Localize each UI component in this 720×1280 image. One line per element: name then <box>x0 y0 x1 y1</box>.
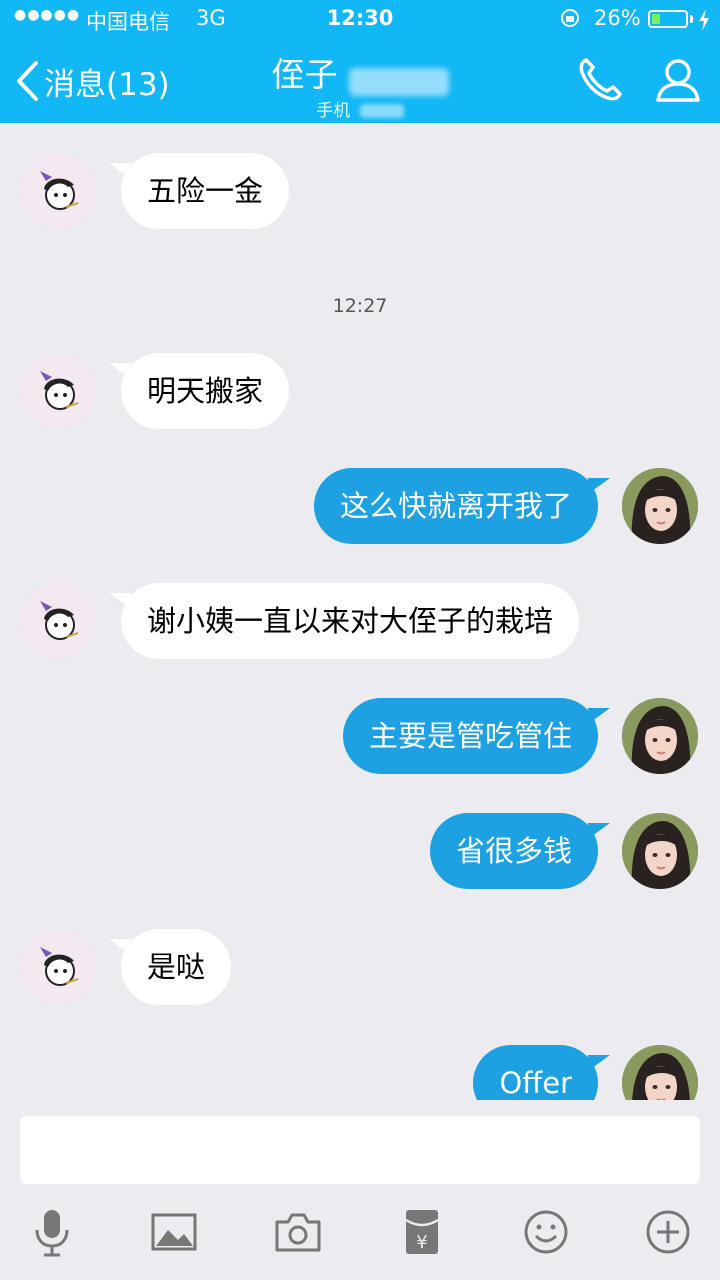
cartoon-avatar-icon <box>20 353 96 429</box>
battery-level <box>652 14 660 24</box>
incoming-message[interactable]: 五险一金 <box>108 153 290 229</box>
call-button[interactable] <box>574 54 626 106</box>
user-photo-avatar-icon <box>622 698 698 774</box>
cartoon-avatar-icon <box>20 153 96 229</box>
profile-button[interactable] <box>652 54 704 106</box>
my-avatar[interactable] <box>622 1045 698 1100</box>
cartoon-avatar-icon <box>20 929 96 1005</box>
online-status: 手机 <box>316 101 351 121</box>
chat-toolbar: ¥ <box>0 1196 720 1280</box>
contact-name: 侄子 <box>271 55 338 94</box>
emoji-button[interactable] <box>520 1206 572 1258</box>
contact-avatar[interactable] <box>20 929 96 1005</box>
user-photo-avatar-icon <box>622 468 698 544</box>
image-button[interactable] <box>148 1206 200 1258</box>
outgoing-message[interactable]: 这么快就离开我了 <box>313 468 611 544</box>
more-button[interactable] <box>642 1206 694 1258</box>
svg-text:¥: ¥ <box>416 1232 427 1253</box>
camera-icon <box>275 1213 321 1252</box>
outgoing-message[interactable]: Offer <box>473 1045 610 1100</box>
battery-icon <box>648 10 688 28</box>
phone-icon <box>579 58 622 101</box>
contact-avatar[interactable] <box>20 153 96 229</box>
voice-button[interactable] <box>26 1206 78 1258</box>
battery-tip <box>690 15 693 23</box>
redacted-name <box>348 67 449 96</box>
cartoon-avatar-icon <box>20 583 96 659</box>
message-input[interactable] <box>20 1116 700 1184</box>
my-avatar[interactable] <box>622 813 698 889</box>
image-icon <box>151 1213 197 1251</box>
user-photo-avatar-icon <box>622 813 698 889</box>
plus-icon <box>646 1210 690 1254</box>
microphone-icon <box>35 1210 69 1257</box>
outgoing-message[interactable]: 主要是管吃管住 <box>342 698 611 774</box>
rotation-lock-icon <box>561 9 579 27</box>
my-avatar[interactable] <box>622 698 698 774</box>
user-photo-avatar-icon <box>622 1045 698 1100</box>
message-list[interactable]: 五险一金 12:27 明天搬家 这么快就离开我了 谢小姨一直以来对大侄子的栽培 … <box>0 123 720 1100</box>
message-timestamp: 12:27 <box>332 295 388 317</box>
charging-icon <box>699 9 709 31</box>
chat-header: ●●●●● 中国电信 3G 12:30 26% 消息(13) 侄子 手机 <box>0 0 720 123</box>
profile-icon <box>656 59 700 102</box>
incoming-message[interactable]: 是哒 <box>108 929 232 1005</box>
my-avatar[interactable] <box>622 468 698 544</box>
status-bar: ●●●●● 中国电信 3G 12:30 26% <box>0 0 720 40</box>
incoming-message[interactable]: 明天搬家 <box>108 353 290 429</box>
camera-button[interactable] <box>272 1206 324 1258</box>
contact-avatar[interactable] <box>20 353 96 429</box>
redacted-status <box>359 104 404 118</box>
contact-avatar[interactable] <box>20 583 96 659</box>
battery-percent: 26% <box>594 6 641 30</box>
emoji-icon <box>524 1210 568 1254</box>
outgoing-message[interactable]: 省很多钱 <box>429 813 611 889</box>
red-packet-button[interactable]: ¥ <box>396 1206 448 1258</box>
incoming-message[interactable]: 谢小姨一直以来对大侄子的栽培 <box>108 583 580 659</box>
red-packet-icon: ¥ <box>405 1210 439 1254</box>
